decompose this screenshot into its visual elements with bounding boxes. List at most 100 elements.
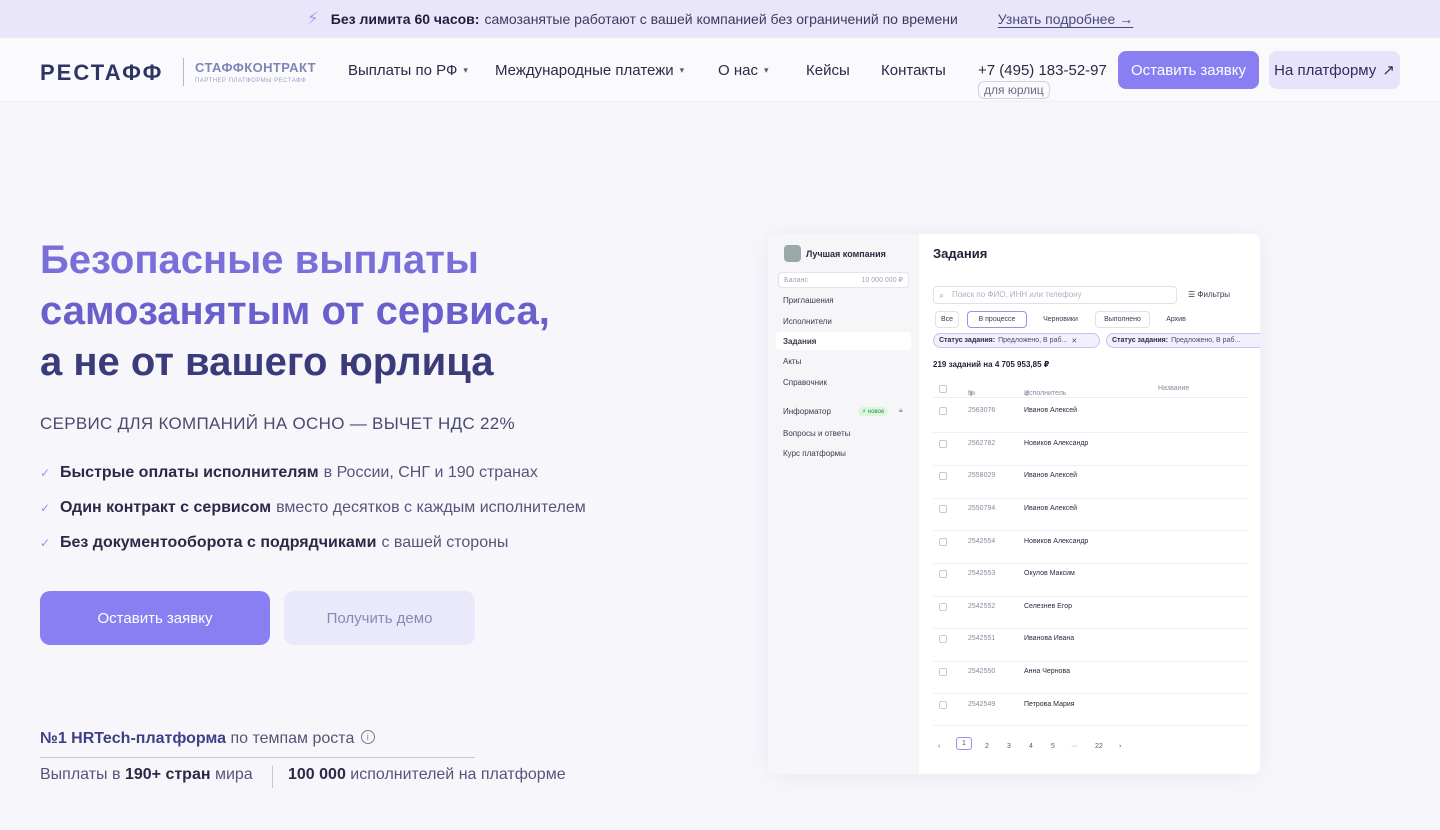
nav-about[interactable]: О нас ▾ <box>718 62 769 79</box>
rank-bold: №1 HRTech-платформа <box>40 730 226 747</box>
header-apply-button[interactable]: Оставить заявку <box>1118 51 1259 89</box>
product-mockup: Лучшая компания Баланс 10 000 000 ₽ Приг… <box>768 234 1260 774</box>
row-divider <box>933 725 1248 726</box>
checkbox <box>939 668 947 676</box>
phone-tag: для юрлиц <box>978 81 1050 99</box>
row-performer: Иванов Алексей <box>1024 472 1078 479</box>
sidebar-item-informer: Информатор <box>783 407 831 416</box>
pagination-page: 1 <box>956 737 972 750</box>
pagination-page: 22 <box>1095 743 1103 750</box>
row-number: 2542553 <box>968 570 996 577</box>
nav-label: Контакты <box>881 62 946 79</box>
row-number: 2542554 <box>968 538 996 545</box>
row-number: 2563076 <box>968 407 996 414</box>
new-badge: ⚡ новое <box>858 407 889 416</box>
pagination-ellipsis: ··· <box>1071 743 1078 750</box>
row-divider <box>933 498 1248 499</box>
filters-label: Фильтры <box>1197 290 1231 299</box>
nav-label: О нас <box>718 62 758 79</box>
sidebar-item-faq: Вопросы и ответы <box>783 429 851 438</box>
stat-bold: 100 000 <box>288 766 346 783</box>
logo-caption: ПАРТНЕР ПЛАТФОРМЫ РЕСТАФФ <box>195 78 307 84</box>
check-icon: ✓ <box>40 500 51 515</box>
benefit-bold: Быстрые оплаты исполнителям <box>60 463 319 481</box>
chip-value: Предложено, В раб... <box>998 337 1068 344</box>
platform-button[interactable]: На платформу ↗ <box>1269 51 1400 89</box>
table-header: ⇕ № ⇕ Исполнитель Название <box>933 380 1248 398</box>
lock-icon: 🔒︎ <box>899 407 903 414</box>
search-icon: ⌕ <box>939 290 945 300</box>
announcement-bold: Без лимита 60 часов: <box>330 11 480 27</box>
chip-label: Статус задания: <box>1112 337 1169 344</box>
balance-field: Баланс 10 000 000 ₽ <box>778 272 909 288</box>
checkbox <box>939 505 947 513</box>
pagination-page: 5 <box>1051 743 1055 750</box>
row-number: 2542552 <box>968 603 996 610</box>
stat-text: исполнителей на платформе <box>350 766 566 783</box>
row-number: 2558029 <box>968 472 996 479</box>
tab-archive: Архив <box>1166 316 1186 323</box>
mockup-filters: ☰ Фильтры <box>1188 290 1230 299</box>
checkbox <box>939 385 947 393</box>
chip-value: Предложено, В раб... <box>1171 337 1241 344</box>
row-performer: Иванов Алексей <box>1024 407 1078 414</box>
nav-contacts[interactable]: Контакты <box>881 62 946 79</box>
row-divider <box>933 661 1248 662</box>
phone-link[interactable]: +7 (495) 183-52-97 <box>978 62 1107 79</box>
checkbox <box>939 472 947 480</box>
sidebar-item-invitations: Приглашения <box>783 296 834 305</box>
tab-all: Все <box>935 311 959 328</box>
pagination-prev: ‹ <box>938 743 941 750</box>
stat-countries: Выплаты в 190+ стран мира <box>40 766 253 784</box>
filter-icon: ☰ <box>1188 290 1196 299</box>
hero-apply-button[interactable]: Оставить заявку <box>40 591 270 645</box>
row-performer: Новиков Александр <box>1024 538 1089 545</box>
row-number: 2542549 <box>968 701 996 708</box>
row-performer: Селезнев Егор <box>1024 603 1073 610</box>
checkbox <box>939 603 947 611</box>
row-performer: Иванова Ивана <box>1024 635 1075 642</box>
chip-label: Статус задания: <box>939 337 996 344</box>
info-icon[interactable]: i <box>360 730 375 744</box>
rank-text: по темпам роста <box>230 730 355 747</box>
divider <box>272 766 273 788</box>
company-avatar <box>784 245 801 262</box>
rank-badge: №1 HRTech-платформа по темпам роста i <box>40 730 375 748</box>
lightning-icon: ⚡ <box>306 9 319 28</box>
nav-payments-rf[interactable]: Выплаты по РФ ▾ <box>348 62 468 79</box>
site-header: РЕСТАФФ СТАФФКОНТРАКТ ПАРТНЕР ПЛАТФОРМЫ … <box>0 38 1440 102</box>
hero-title-line: Безопасные выплаты <box>40 238 479 282</box>
new-badge-label: новое <box>867 409 885 415</box>
tab-drafts: Черновики <box>1043 316 1078 323</box>
checkbox <box>939 407 947 415</box>
row-performer: Иванов Алексей <box>1024 505 1078 512</box>
benefit-item: ✓ Быстрые оплаты исполнителям в России, СН… <box>40 455 586 490</box>
learn-more-link[interactable]: Узнать подробнее → <box>998 11 1133 27</box>
stat-bold: 190+ стран <box>124 766 211 783</box>
sidebar-item-course: Курс платформы <box>783 449 846 458</box>
pagination-next: › <box>1119 743 1122 750</box>
tasks-count: 219 заданий на 4 705 953,85 ₽ <box>933 360 1050 369</box>
stat-performers: 100 000 исполнителей на платформе <box>288 766 566 784</box>
nav-international[interactable]: Международные платежи ▾ <box>495 62 684 79</box>
checkbox <box>939 570 947 578</box>
restaff-logo[interactable]: РЕСТАФФ <box>40 60 163 86</box>
chevron-down-icon: ▾ <box>463 65 468 75</box>
row-divider <box>933 432 1248 433</box>
sidebar-item-acts: Акты <box>783 357 802 366</box>
get-demo-button[interactable]: Получить демо <box>284 591 475 645</box>
sidebar-item-performers: Исполнители <box>783 317 832 326</box>
row-number: 2542550 <box>968 668 996 675</box>
divider <box>40 757 475 758</box>
arrow-up-right-icon: ↗ <box>1382 62 1395 79</box>
mockup-search: ⌕ Поиск по ФИО, ИНН или телефону <box>933 286 1177 304</box>
nav-cases[interactable]: Кейсы <box>806 62 850 79</box>
staffcontract-logo: СТАФФКОНТРАКТ <box>195 60 316 75</box>
chevron-down-icon: ▾ <box>679 65 685 75</box>
search-placeholder: Поиск по ФИО, ИНН или телефону <box>952 290 1082 299</box>
filter-chip: Статус задания: Предложено, В раб... ✕ <box>933 333 1100 348</box>
row-divider <box>933 693 1248 694</box>
chevron-down-icon: ▾ <box>763 65 769 75</box>
mockup-sidebar: Лучшая компания Баланс 10 000 000 ₽ Приг… <box>768 234 919 774</box>
row-divider <box>933 465 1248 466</box>
